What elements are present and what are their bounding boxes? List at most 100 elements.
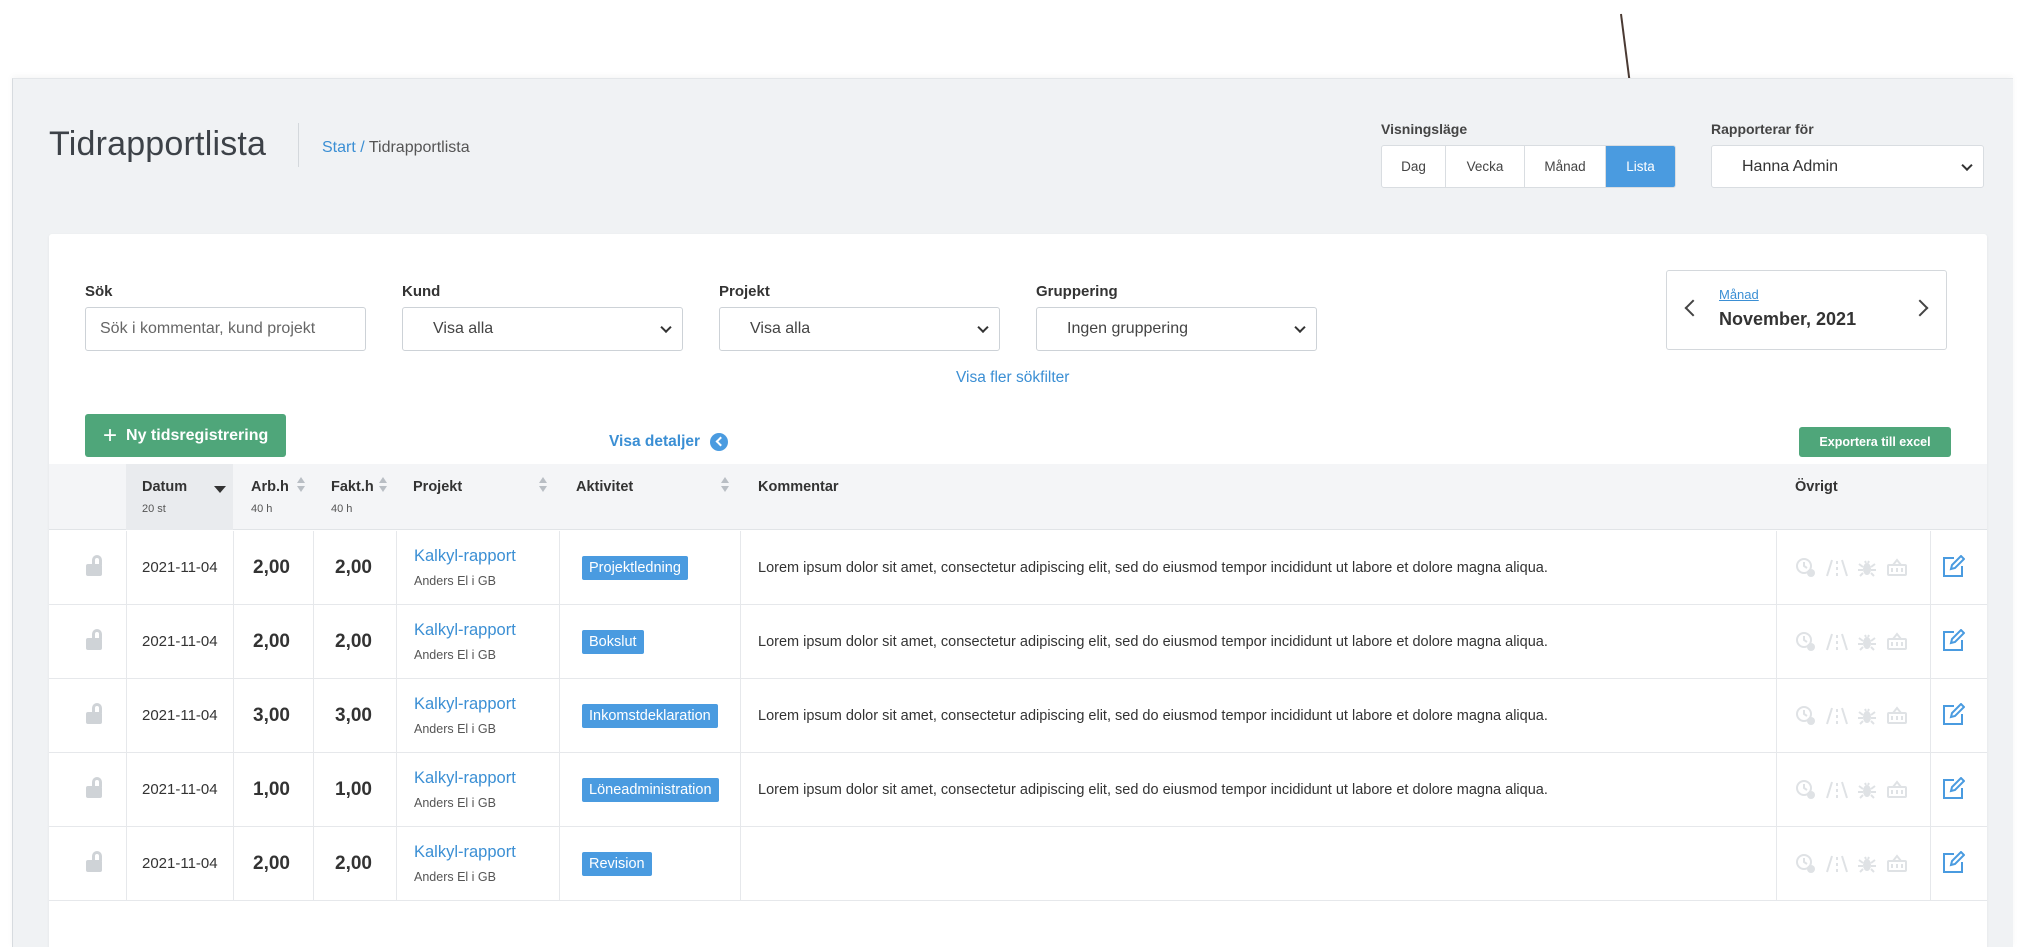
view-mode-month-button[interactable]: Månad (1525, 146, 1606, 187)
clock-add-icon[interactable] (1795, 631, 1817, 653)
clock-add-icon[interactable] (1795, 557, 1817, 579)
column-header-project[interactable]: Projekt (396, 464, 559, 530)
row-project-link[interactable]: Kalkyl-rapport (414, 695, 516, 714)
sort-icon (377, 476, 389, 494)
basket-icon[interactable] (1886, 631, 1908, 652)
bug-icon[interactable] (1857, 854, 1877, 874)
row-other-icons (1795, 827, 1908, 900)
row-activity-badge: Löneadministration (582, 777, 719, 802)
project-filter-value: Visa alla (750, 320, 811, 337)
unlocked-padlock-icon[interactable] (85, 851, 105, 873)
row-activity-badge: Inkomstdeklaration (582, 703, 718, 728)
clock-add-icon[interactable] (1795, 853, 1817, 875)
road-icon[interactable] (1826, 706, 1848, 726)
row-billed-hours: 1,00 (335, 778, 372, 800)
customer-filter-value: Visa alla (433, 320, 494, 337)
project-filter-select[interactable]: Visa alla (719, 307, 1000, 351)
table-row: 2021-11-04 2,00 2,00 Kalkyl-rapport Ande… (49, 605, 1987, 679)
bug-icon[interactable] (1857, 632, 1877, 652)
row-date: 2021-11-04 (142, 781, 218, 798)
road-icon[interactable] (1826, 854, 1848, 874)
edit-icon[interactable] (1941, 555, 1965, 579)
chevron-right-icon[interactable] (1911, 299, 1929, 317)
row-customer-name: Anders El i GB (414, 722, 496, 736)
unlocked-padlock-icon[interactable] (85, 555, 105, 577)
unlocked-padlock-icon[interactable] (85, 703, 105, 725)
row-activity-cell: Projektledning (582, 531, 688, 604)
column-header-work-hours[interactable]: Arb.h 40 h (233, 464, 313, 530)
column-project-label: Projekt (413, 479, 463, 495)
title-divider (298, 123, 299, 167)
row-project-cell: Kalkyl-rapport Anders El i GB (414, 827, 516, 900)
view-mode-week-button[interactable]: Vecka (1446, 146, 1525, 187)
table-header: Datum 20 st Arb.h 40 h Fakt.h 40 h Proje… (49, 464, 1987, 530)
column-date-label: Datum (142, 479, 188, 495)
export-excel-button[interactable]: Exportera till excel (1799, 427, 1951, 457)
row-billed-hours: 2,00 (335, 630, 372, 652)
more-filters-link[interactable]: Visa fler sökfilter (956, 369, 1069, 387)
chevron-left-icon[interactable] (1684, 299, 1702, 317)
view-mode-day-button[interactable]: Dag (1382, 146, 1446, 187)
column-comment-label: Kommentar (758, 479, 839, 495)
row-comment: Lorem ipsum dolor sit amet, consectetur … (758, 707, 1548, 724)
row-work-hours: 3,00 (253, 704, 290, 726)
row-date: 2021-11-04 (142, 855, 218, 872)
search-input[interactable]: Sök i kommentar, kund projekt (85, 307, 366, 351)
reporting-for-select[interactable]: Hanna Admin (1711, 145, 1984, 188)
breadcrumb-start-link[interactable]: Start / (322, 139, 365, 156)
customer-filter-label: Kund (402, 283, 441, 300)
clock-add-icon[interactable] (1795, 705, 1817, 727)
row-other-icons (1795, 679, 1908, 752)
edit-icon[interactable] (1941, 629, 1965, 653)
row-project-cell: Kalkyl-rapport Anders El i GB (414, 679, 516, 752)
column-header-comment: Kommentar (740, 464, 1776, 530)
basket-icon[interactable] (1886, 557, 1908, 578)
breadcrumb: Start / Tidrapportlista (322, 139, 470, 157)
chevron-left-circle-icon (710, 433, 729, 451)
row-project-link[interactable]: Kalkyl-rapport (414, 547, 516, 566)
bug-icon[interactable] (1857, 706, 1877, 726)
table-row: 2021-11-04 2,00 2,00 Kalkyl-rapport Ande… (49, 531, 1987, 605)
basket-icon[interactable] (1886, 779, 1908, 800)
road-icon[interactable] (1826, 632, 1848, 652)
view-mode-list-button[interactable]: Lista (1606, 146, 1675, 187)
show-details-label: Visa detaljer (609, 433, 701, 450)
bug-icon[interactable] (1857, 780, 1877, 800)
row-comment: Lorem ipsum dolor sit amet, consectetur … (758, 559, 1548, 576)
edit-icon[interactable] (1941, 703, 1965, 727)
row-work-hours: 1,00 (253, 778, 290, 800)
show-details-link[interactable]: Visa detaljer (609, 433, 729, 451)
column-header-date[interactable]: Datum 20 st (126, 464, 233, 530)
unlocked-padlock-icon[interactable] (85, 629, 105, 651)
bug-icon[interactable] (1857, 558, 1877, 578)
new-time-entry-button[interactable]: + Ny tidsregistrering (85, 414, 286, 457)
basket-icon[interactable] (1886, 705, 1908, 726)
row-work-hours: 2,00 (253, 630, 290, 652)
basket-icon[interactable] (1886, 853, 1908, 874)
row-project-link[interactable]: Kalkyl-rapport (414, 769, 516, 788)
column-other-label: Övrigt (1795, 479, 1838, 495)
row-project-link[interactable]: Kalkyl-rapport (414, 621, 516, 640)
edit-icon[interactable] (1941, 851, 1965, 875)
period-navigator: Månad November, 2021 (1666, 270, 1947, 350)
column-header-activity[interactable]: Aktivitet (559, 464, 740, 530)
row-customer-name: Anders El i GB (414, 796, 496, 810)
row-activity-badge: Bokslut (582, 629, 644, 654)
row-activity-cell: Revision (582, 827, 652, 900)
sort-desc-icon (214, 486, 226, 493)
road-icon[interactable] (1826, 558, 1848, 578)
edit-icon[interactable] (1941, 777, 1965, 801)
project-filter-label: Projekt (719, 283, 770, 300)
column-header-billed-hours[interactable]: Fakt.h 40 h (313, 464, 396, 530)
customer-filter-select[interactable]: Visa alla (402, 307, 683, 351)
road-icon[interactable] (1826, 780, 1848, 800)
clock-add-icon[interactable] (1795, 779, 1817, 801)
row-work-hours: 2,00 (253, 556, 290, 578)
unlocked-padlock-icon[interactable] (85, 777, 105, 799)
period-type-link[interactable]: Månad (1719, 287, 1759, 302)
row-project-cell: Kalkyl-rapport Anders El i GB (414, 531, 516, 604)
grouping-filter-select[interactable]: Ingen gruppering (1036, 307, 1317, 351)
row-activity-badge: Projektledning (582, 555, 688, 580)
search-label: Sök (85, 283, 113, 300)
row-project-link[interactable]: Kalkyl-rapport (414, 843, 516, 862)
